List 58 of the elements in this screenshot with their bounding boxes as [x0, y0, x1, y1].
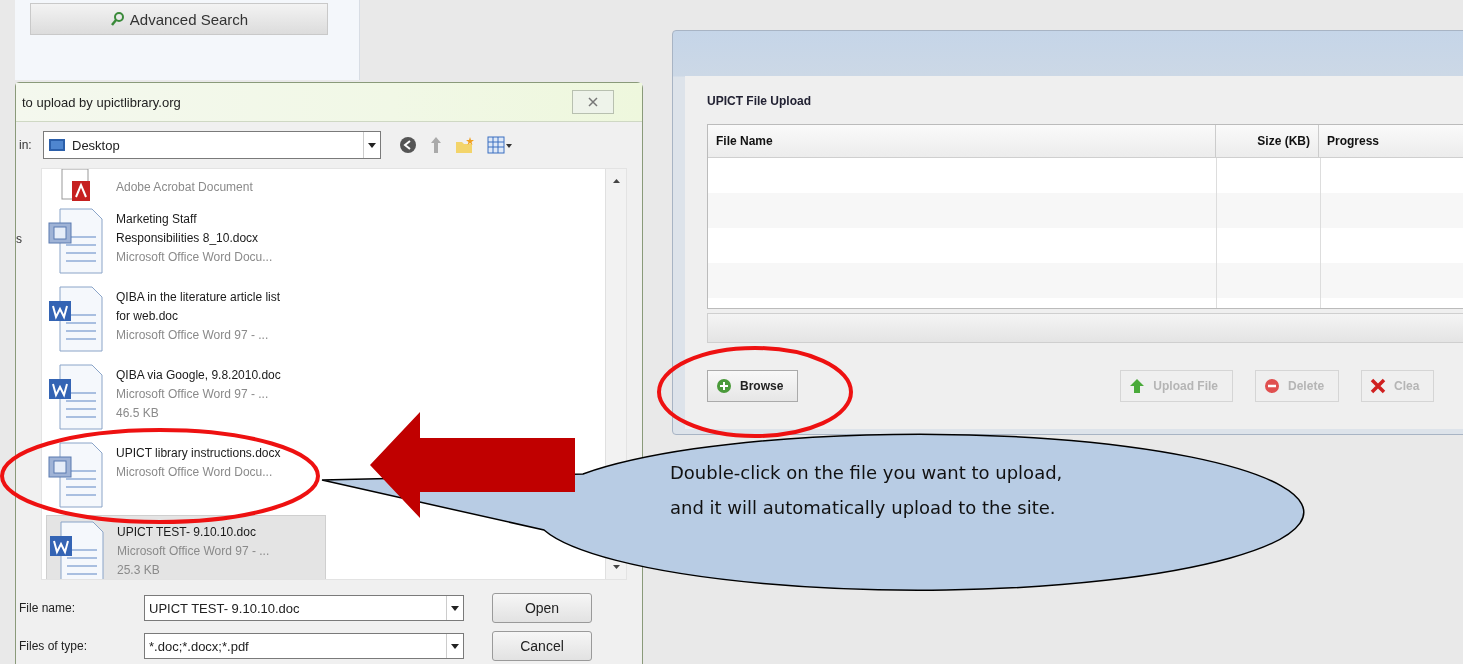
plus-icon: [716, 378, 732, 394]
callout-text: Double-click on the file you want to upload,: [670, 462, 1063, 483]
upload-button[interactable]: Browse: [707, 370, 799, 402]
look-in-dropdown[interactable]: Desktop: [43, 131, 381, 159]
open-button[interactable]: Open: [492, 593, 592, 623]
document-icon: [46, 207, 106, 275]
new-folder-icon: [455, 136, 475, 154]
file-name: Marketing Staff Responsibilities 8_10.docx: [116, 211, 260, 247]
advanced-search-button[interactable]: Advanced Search: [30, 3, 328, 35]
file-name: UPICT TEST- 9.10.10.doc: [117, 524, 257, 541]
dropdown-arrow-icon: [368, 142, 376, 148]
file-item[interactable]: Adobe Acrobat Document: [46, 169, 326, 203]
scroll-down-icon: [612, 565, 620, 569]
scroll-up-icon: [612, 179, 620, 183]
up-folder-icon: [429, 136, 443, 154]
file-type: Microsoft Office Word Docu...: [116, 464, 274, 481]
back-icon: [399, 136, 417, 154]
minus-icon: [1264, 378, 1281, 394]
file-name: QIBA via Google, 9.8.2010.doc: [116, 367, 281, 384]
search-icon: [109, 11, 126, 27]
file-type-dropdown[interactable]: *.doc;*.docx;*.pdf: [144, 633, 464, 659]
file-name: UPICT library instructions.docx: [116, 445, 281, 462]
panel-title: UPICT File Upload: [707, 94, 812, 110]
file-name-label: File name:: [19, 601, 77, 615]
column-header[interactable]: Size (KB): [1216, 125, 1319, 157]
file-type: Microsoft Office Word 97 - ...: [116, 327, 270, 344]
dropdown-arrow-icon: [451, 605, 459, 611]
document-icon: [46, 441, 106, 509]
file-item[interactable]: UPICT library instructions.docx Microsoft Office Word Docu...: [46, 437, 326, 515]
file-item[interactable]: QIBA via Google, 9.8.2010.doc Microsoft Office Word 97 - ... 46.5 KB: [46, 359, 326, 437]
file-item[interactable]: QIBA in the literature article list for web.doc Microsoft Office Word 97 - ...: [46, 281, 326, 359]
file-size: 25.3 KB: [117, 562, 161, 579]
file-name: QIBA in the literature article list for web.doc: [116, 289, 281, 325]
document-icon: [46, 363, 106, 431]
cross-icon: [1370, 378, 1387, 394]
look-in-label: in:: [19, 138, 33, 152]
file-type: Adobe Acrobat Document: [116, 179, 253, 196]
document-icon: [46, 285, 106, 353]
desktop-icon: [48, 138, 66, 152]
places-item-label[interactable]: s: [16, 232, 22, 246]
file-type: Microsoft Office Word Docu...: [116, 249, 274, 266]
file-name-field[interactable]: UPICT TEST- 9.10.10.doc: [144, 595, 464, 621]
callout-text: and it will automatically upload to the site.: [670, 497, 1057, 518]
up-arrow-icon: [1129, 378, 1146, 394]
file-type-label: Files of type:: [19, 639, 89, 653]
dropdown-arrow-icon: [451, 643, 459, 649]
file-type: Microsoft Office Word 97 - ...: [116, 386, 270, 403]
file-type: Microsoft Office Word 97 - ...: [117, 543, 271, 560]
file-size: 46.5 KB: [116, 405, 160, 422]
file-item[interactable]: Marketing Staff Responsibilities 8_10.docx Microsoft Office Word Docu...: [46, 203, 326, 281]
close-icon: [587, 96, 599, 108]
close-button[interactable]: [572, 90, 614, 114]
dialog-title: to upload by upictlibrary.org: [21, 94, 181, 110]
column-header[interactable]: Progress: [1319, 125, 1463, 157]
cancel-button[interactable]: Cancel: [492, 631, 592, 661]
file-item[interactable]: UPICT TEST- 9.10.10.doc Microsoft Office Word 97 - ... 25.3 KB: [46, 515, 326, 579]
view-menu-icon: [487, 136, 513, 154]
column-header[interactable]: File Name: [708, 125, 1216, 157]
